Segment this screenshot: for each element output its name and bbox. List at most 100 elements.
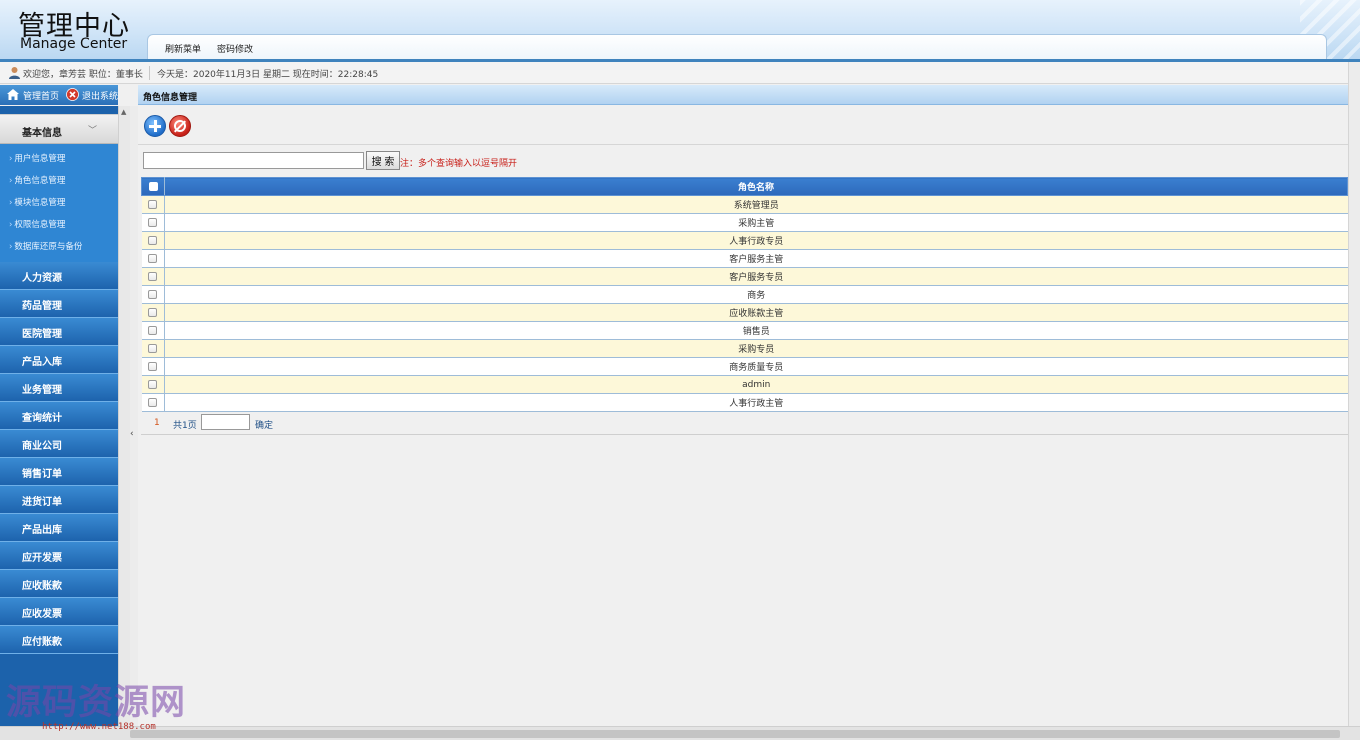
- sidebar-item-receivable-invoices[interactable]: 应收发票: [0, 598, 118, 626]
- sidebar-subitem-users[interactable]: › 用户信息管理: [9, 152, 65, 164]
- info-separator: [149, 66, 150, 80]
- horizontal-scrollbar[interactable]: [0, 726, 1360, 740]
- delete-button[interactable]: [169, 115, 191, 137]
- scrollbar-thumb[interactable]: [130, 730, 1340, 738]
- role-name-cell: 采购专员: [164, 339, 1348, 358]
- page-confirm-button[interactable]: 确定: [255, 418, 273, 431]
- sidebar-item-purchase-orders[interactable]: 进货订单: [0, 486, 118, 514]
- sidebar-item-stock-out[interactable]: 产品出库: [0, 514, 118, 542]
- row-checkbox[interactable]: [148, 361, 158, 371]
- row-checkbox[interactable]: [148, 397, 158, 407]
- watermark-logo: 源码资源网: [6, 683, 187, 723]
- datetime-text: 今天是：2020年11月3日 星期二 现在时间：22:28:45: [157, 70, 379, 80]
- sidebar-collapse-bar[interactable]: ‹: [130, 106, 138, 726]
- table-row[interactable]: 客户服务专员: [141, 267, 1348, 286]
- sidebar-item-hr[interactable]: 人力资源: [0, 262, 118, 290]
- row-checkbox[interactable]: [148, 325, 158, 335]
- table-row[interactable]: 应收账款主管: [141, 303, 1348, 322]
- sidebar-scrollbar[interactable]: ▲: [118, 106, 130, 726]
- row-checkbox[interactable]: [148, 379, 158, 389]
- role-name-cell: 商务: [164, 285, 1348, 304]
- sidebar-item-companies[interactable]: 商业公司: [0, 430, 118, 458]
- row-checkbox[interactable]: [148, 271, 158, 281]
- sidebar-subitem-modules[interactable]: › 模块信息管理: [9, 196, 65, 208]
- sidebar-item-receivables[interactable]: 应收账款: [0, 570, 118, 598]
- toolbar-divider: [138, 144, 1348, 145]
- table-row[interactable]: 采购专员: [141, 339, 1348, 358]
- logout-link[interactable]: 退出系统: [82, 89, 118, 102]
- table-header-row: 角色名称: [141, 177, 1348, 196]
- chevron-left-icon[interactable]: ‹: [130, 429, 134, 439]
- top-nav: 刷新菜单 密码修改: [147, 34, 1327, 59]
- row-checkbox[interactable]: [148, 217, 158, 227]
- role-name-cell: 客户服务主管: [164, 249, 1348, 268]
- search-button[interactable]: 搜 索: [366, 151, 400, 170]
- vertical-scrollbar[interactable]: [1348, 62, 1360, 726]
- left-top-bar: 管理首页 退出系统: [0, 85, 118, 105]
- logout-icon: [66, 88, 79, 101]
- table-row[interactable]: 人事行政专员: [141, 231, 1348, 250]
- row-checkbox[interactable]: [148, 289, 158, 299]
- row-checkbox[interactable]: [148, 307, 158, 317]
- app-header: 管理中心 Manage Center 刷新菜单 密码修改: [0, 0, 1360, 62]
- search-hint: 注：多个查询输入以逗号隔开: [400, 159, 518, 169]
- role-name-cell: 应收账款主管: [164, 303, 1348, 322]
- row-checkbox[interactable]: [148, 253, 158, 263]
- sidebar-item-hospitals[interactable]: 医院管理: [0, 318, 118, 346]
- table-row[interactable]: 采购主管: [141, 213, 1348, 232]
- table-row[interactable]: 商务质量专员: [141, 357, 1348, 376]
- role-name-cell: 采购主管: [164, 213, 1348, 232]
- info-bar: 欢迎您，章芳芸 职位：董事长 今天是：2020年11月3日 星期二 现在时间：2…: [0, 62, 1348, 84]
- table-row[interactable]: 系统管理员: [141, 195, 1348, 214]
- sidebar-item-statistics[interactable]: 查询统计: [0, 402, 118, 430]
- select-all-checkbox[interactable]: [148, 181, 158, 191]
- change-password-link[interactable]: 密码修改: [217, 42, 253, 55]
- table-row[interactable]: 人事行政主管: [141, 393, 1348, 412]
- refresh-menu-link[interactable]: 刷新菜单: [165, 42, 201, 55]
- sidebar: 基本信息 ﹀ › 用户信息管理 › 角色信息管理 › 模块信息管理 › 权限信息管理 ›…: [0, 106, 118, 726]
- sidebar-item-stock-in[interactable]: 产品入库: [0, 346, 118, 374]
- sidebar-subitem-database[interactable]: › 数据库还原与备份: [9, 240, 82, 252]
- sidebar-item-drugs[interactable]: 药品管理: [0, 290, 118, 318]
- sidebar-item-sales-orders[interactable]: 销售订单: [0, 458, 118, 486]
- row-checkbox[interactable]: [148, 235, 158, 245]
- sidebar-item-business[interactable]: 业务管理: [0, 374, 118, 402]
- column-header-role-name: 角色名称: [164, 177, 1348, 196]
- table-row[interactable]: admin: [141, 375, 1348, 394]
- table-row[interactable]: 商务: [141, 285, 1348, 304]
- role-name-cell: 客户服务专员: [164, 267, 1348, 286]
- role-name-cell: 销售员: [164, 321, 1348, 340]
- page-number-input[interactable]: [201, 414, 250, 430]
- role-name-cell: 系统管理员: [164, 195, 1348, 214]
- role-name-cell: 商务质量专员: [164, 357, 1348, 376]
- role-name-cell: 人事行政主管: [164, 393, 1348, 412]
- add-button[interactable]: [144, 115, 166, 137]
- row-checkbox[interactable]: [148, 343, 158, 353]
- app-subtitle: Manage Center: [20, 36, 128, 52]
- sidebar-submenu: › 用户信息管理 › 角色信息管理 › 模块信息管理 › 权限信息管理 › 数据库还原与备…: [0, 144, 118, 262]
- role-name-cell: admin: [164, 375, 1348, 394]
- sidebar-item-invoices-out[interactable]: 应开发票: [0, 542, 118, 570]
- welcome-text: 欢迎您，章芳芸 职位：董事长: [23, 70, 143, 80]
- pagination: 1 共1页 确定: [141, 411, 1348, 435]
- total-pages: 共1页: [173, 421, 197, 431]
- home-icon: [7, 89, 19, 100]
- current-page[interactable]: 1: [154, 418, 160, 428]
- role-name-cell: 人事行政专员: [164, 231, 1348, 250]
- watermark-url: http://www.net188.com: [42, 722, 156, 732]
- main-title-bar: 角色信息管理: [138, 85, 1348, 105]
- sidebar-group-label: 基本信息: [22, 128, 62, 139]
- page-title: 角色信息管理: [143, 93, 198, 103]
- sidebar-subitem-permissions[interactable]: › 权限信息管理: [9, 218, 65, 230]
- row-checkbox[interactable]: [148, 199, 158, 209]
- search-input[interactable]: [143, 152, 364, 169]
- sidebar-subitem-roles[interactable]: › 角色信息管理: [9, 174, 65, 186]
- roles-table: 角色名称 系统管理员 采购主管 人事行政专员 客户服务主管 客户服务专员 商务 …: [141, 177, 1348, 412]
- user-icon: [9, 67, 20, 79]
- sidebar-group-basic[interactable]: 基本信息 ﹀: [0, 114, 118, 144]
- scroll-up-icon[interactable]: ▲: [121, 108, 126, 116]
- table-row[interactable]: 销售员: [141, 321, 1348, 340]
- sidebar-item-payables[interactable]: 应付账款: [0, 626, 118, 654]
- table-row[interactable]: 客户服务主管: [141, 249, 1348, 268]
- home-link[interactable]: 管理首页: [23, 89, 59, 102]
